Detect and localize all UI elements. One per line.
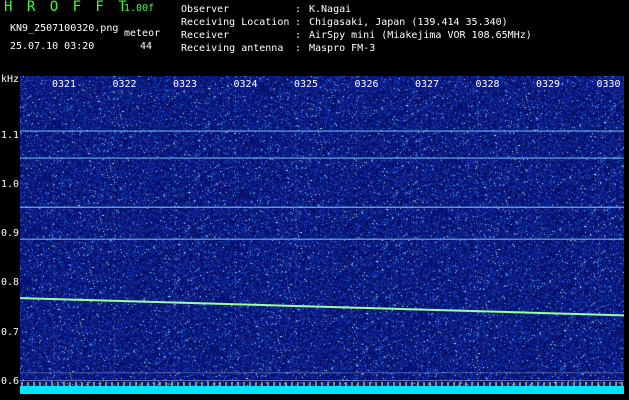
axis-unit-label: kHz	[1, 74, 20, 85]
y-tick-label: 1.1	[1, 129, 20, 141]
time-label: 0328	[474, 79, 501, 90]
count-value: 44	[140, 41, 153, 52]
y-tick-label: 0.9	[1, 228, 20, 240]
info-value: Chigasaki, Japan (139.414 35.340)	[309, 17, 508, 28]
time-label: 0321	[51, 79, 78, 90]
info-value: Maspro FM-3	[309, 43, 376, 54]
info-row: Receiving Location : Chigasaki, Japan (1…	[181, 16, 532, 29]
y-tick-label: 0.7	[1, 326, 20, 338]
info-separator: :	[295, 30, 302, 41]
datetime: 25.07.10 03:20	[10, 41, 95, 52]
version-label: 1.00f	[124, 3, 155, 14]
info-row: Receiving antenna : Maspro FM-3	[181, 42, 532, 55]
time-label: 0330	[595, 79, 622, 90]
mode-label: meteor	[124, 28, 161, 39]
spectrogram-overlay	[20, 76, 624, 394]
info-value: K.Nagai	[309, 4, 352, 15]
y-tick-label: 0.6	[1, 375, 20, 387]
y-tick-label: 0.8	[1, 277, 20, 289]
info-row: Observer : K.Nagai	[181, 3, 532, 16]
info-label: Receiving antenna	[181, 43, 284, 54]
time-label: 0326	[353, 79, 380, 90]
app-title: H R O F F T	[4, 0, 130, 15]
info-value: AirSpy mini (Miakejima VOR 108.65MHz)	[309, 30, 532, 41]
info-label: Receiving Location	[181, 17, 290, 28]
frequency-axis: kHz 1.1 1.0 0.9 0.8 0.7 0.6	[0, 72, 20, 400]
time-label: 0323	[172, 79, 199, 90]
info-separator: :	[295, 4, 302, 15]
time-label: 0322	[111, 79, 138, 90]
y-tick-label: 1.0	[1, 179, 20, 191]
time-label: 0324	[232, 79, 259, 90]
info-label: Receiver	[181, 30, 230, 41]
info-label: Observer	[181, 4, 230, 15]
spectrogram-plot: 0321 0322 0323 0324 0325 0326 0327 0328 0329 0330	[20, 76, 624, 394]
info-separator: :	[295, 17, 302, 28]
time-label: 0327	[414, 79, 441, 90]
header-panel: H R O F F T 1.00f KN9_2507100320.png met…	[0, 0, 629, 72]
info-separator: :	[295, 43, 302, 54]
drift-trace	[20, 297, 624, 317]
file-name: KN9_2507100320.png	[10, 23, 119, 34]
time-label: 0325	[293, 79, 320, 90]
time-label: 0329	[535, 79, 562, 90]
info-table: Observer : K.Nagai Receiving Location : …	[181, 3, 532, 55]
baseline-bar	[20, 386, 624, 394]
info-row: Receiver : AirSpy mini (Miakejima VOR 10…	[181, 29, 532, 42]
